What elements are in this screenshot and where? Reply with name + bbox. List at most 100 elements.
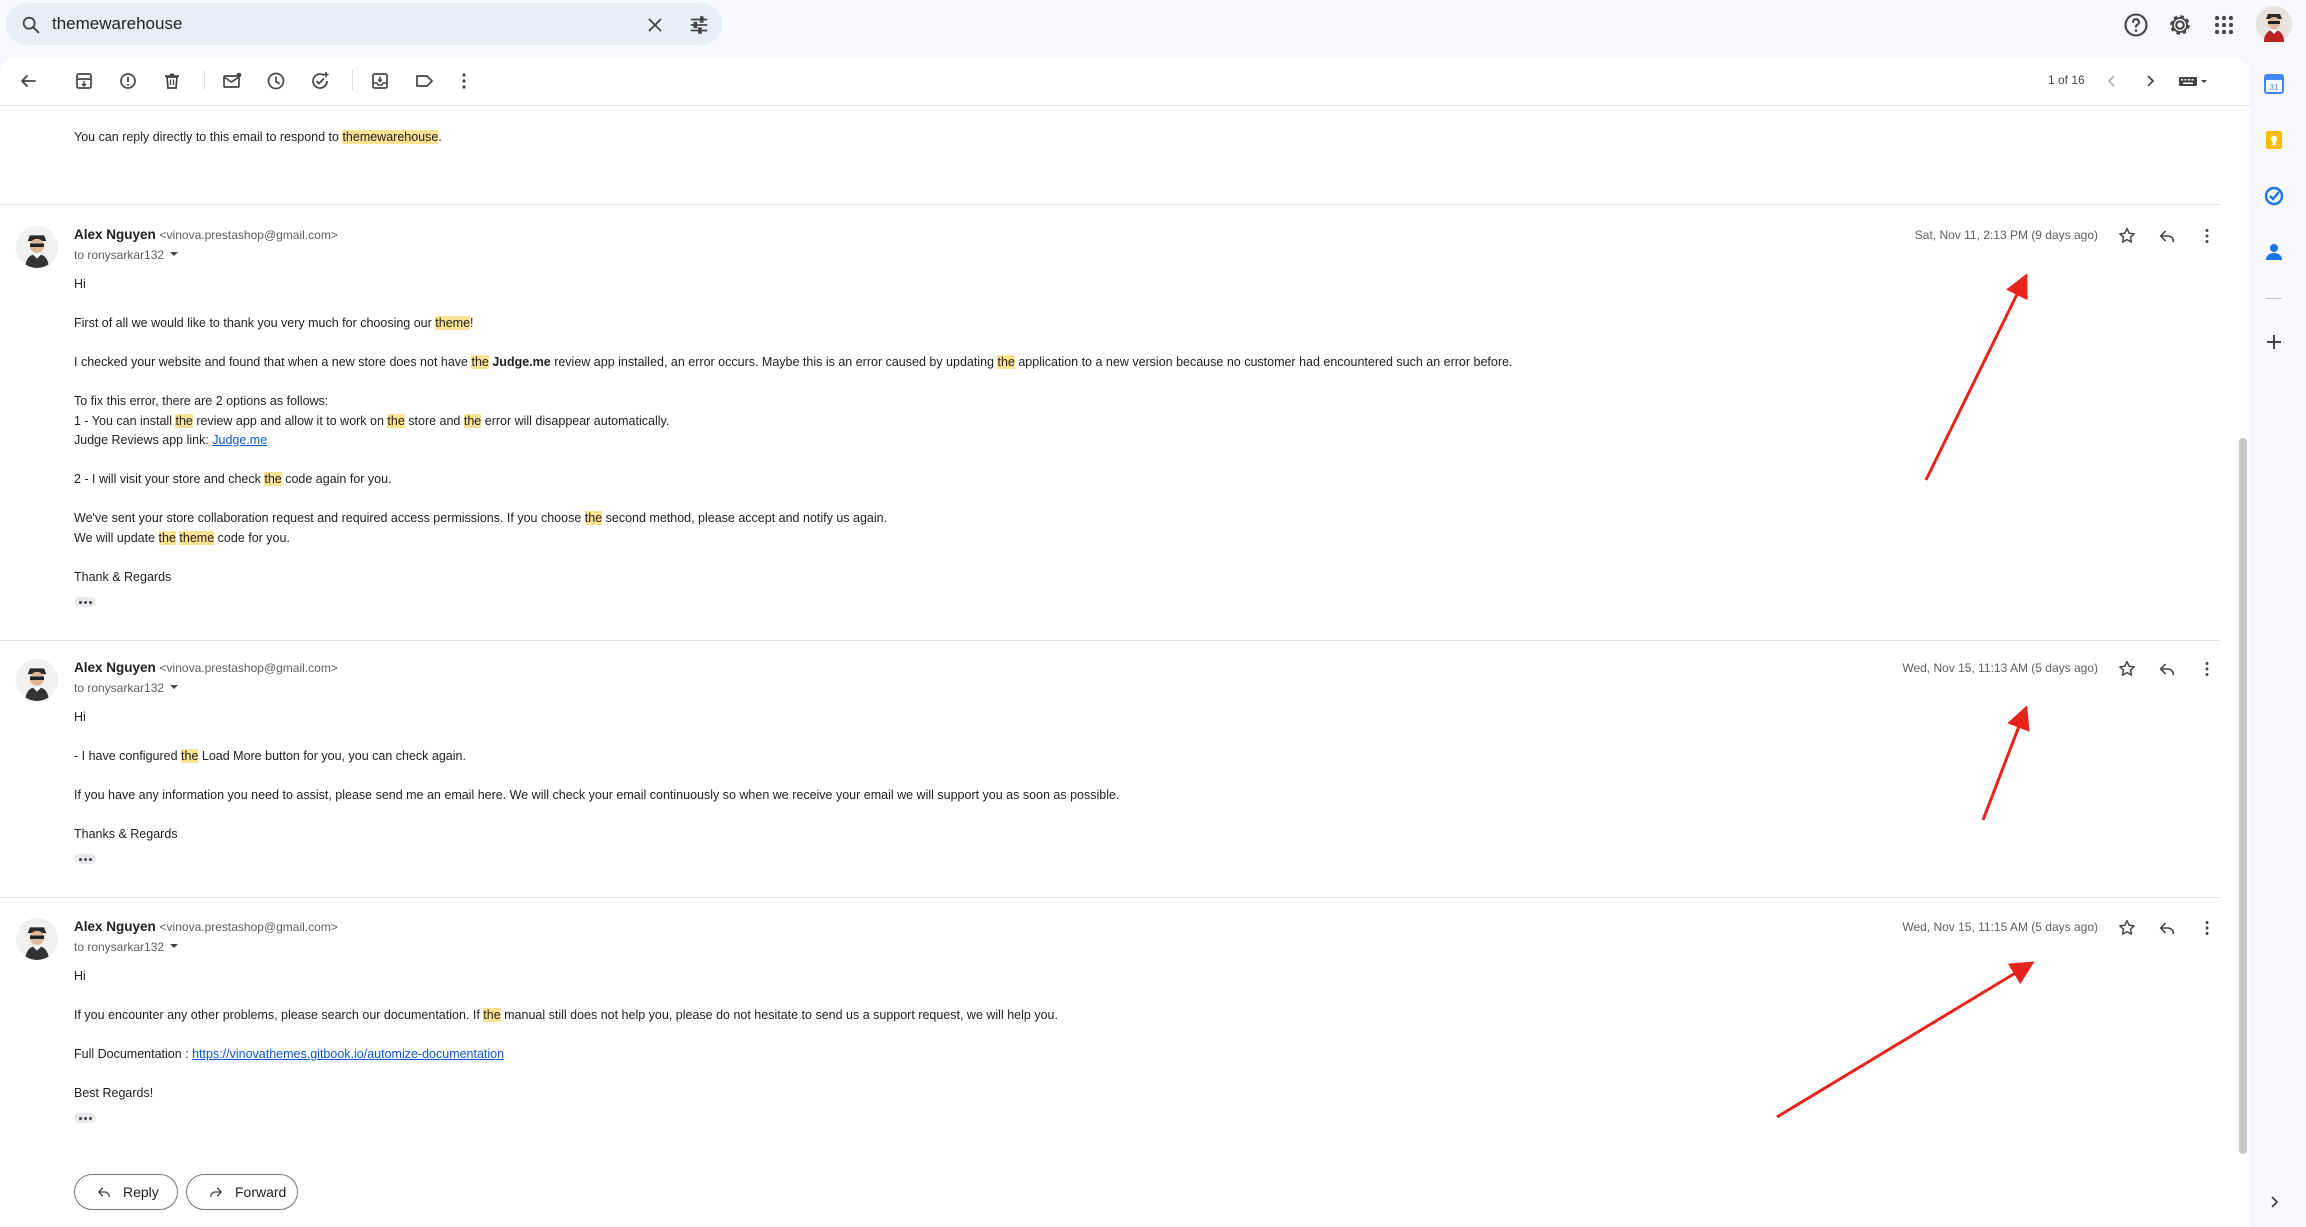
body-line: If you have any information you need to … <box>74 788 1120 802</box>
message-divider <box>0 204 2220 205</box>
reply-button[interactable]: Reply <box>74 1174 178 1210</box>
show-trimmed-content-button[interactable] <box>74 1113 96 1123</box>
rail-divider <box>2266 298 2282 299</box>
sender-line: Alex Nguyen <vinova.prestashop@gmail.com… <box>74 227 338 242</box>
pagination-count: 1 of 16 <box>2048 73 2085 87</box>
star-icon[interactable] <box>2116 917 2138 939</box>
apps-grid-icon[interactable] <box>2210 11 2238 39</box>
sender-email: <vinova.prestashop@gmail.com> <box>159 228 338 242</box>
contacts-icon[interactable] <box>2262 240 2286 264</box>
sender-email: <vinova.prestashop@gmail.com> <box>159 920 338 934</box>
input-tools-keyboard-icon[interactable] <box>2176 69 2212 93</box>
search-bar[interactable]: themewarehouse <box>6 3 722 45</box>
reply-icon[interactable] <box>2156 225 2178 247</box>
body-line: To fix this error, there are 2 options a… <box>74 394 329 408</box>
reply-icon[interactable] <box>2156 917 2178 939</box>
more-vert-icon[interactable] <box>2196 658 2218 680</box>
account-avatar[interactable] <box>2256 6 2292 42</box>
message-date: Wed, Nov 15, 11:15 AM (5 days ago) <box>1902 920 2098 934</box>
star-icon[interactable] <box>2116 658 2138 680</box>
message-divider <box>0 897 2220 898</box>
body-line: We've sent your store collaboration requ… <box>74 511 888 525</box>
keep-notes-icon[interactable] <box>2262 128 2286 152</box>
mail-panel: 1 of 16 You can reply directly to this e… <box>0 58 2250 1227</box>
sender-line: Alex Nguyen <vinova.prestashop@gmail.com… <box>74 660 338 675</box>
report-spam-icon[interactable] <box>116 69 140 93</box>
chevron-down-icon[interactable] <box>167 941 181 951</box>
signoff: Thanks & Regards <box>74 827 178 841</box>
tasks-icon[interactable] <box>2262 184 2286 208</box>
forward-icon <box>210 1187 222 1198</box>
sender-email: <vinova.prestashop@gmail.com> <box>159 661 338 675</box>
toolbar-divider <box>204 70 205 90</box>
documentation-link[interactable]: https://vinovathemes.gitbook.io/automize… <box>192 1047 504 1061</box>
sender-name[interactable]: Alex Nguyen <box>74 919 156 934</box>
chevron-down-icon[interactable] <box>167 682 181 692</box>
reply-icon <box>98 1187 110 1198</box>
search-options-icon[interactable] <box>688 14 710 36</box>
label-tag-icon[interactable] <box>412 69 436 93</box>
archive-icon[interactable] <box>72 69 96 93</box>
avatar <box>16 659 58 701</box>
scrollbar-thumb[interactable] <box>2239 438 2247 1154</box>
search-icon[interactable] <box>20 14 42 36</box>
avatar <box>16 918 58 960</box>
body-line: If you encounter any other problems, ple… <box>74 1008 1058 1022</box>
body-line: - I have configured the Load More button… <box>74 749 466 763</box>
back-arrow-icon[interactable] <box>16 69 40 93</box>
sender-line: Alex Nguyen <vinova.prestashop@gmail.com… <box>74 919 338 934</box>
body-line: 1 - You can install the review app and a… <box>74 414 670 428</box>
settings-gear-icon[interactable] <box>2166 11 2194 39</box>
clear-search-icon[interactable] <box>644 14 666 36</box>
greeting: Hi <box>74 969 86 983</box>
move-to-icon[interactable] <box>368 69 392 93</box>
more-options-icon[interactable] <box>452 69 476 93</box>
svg-text:31: 31 <box>2270 83 2279 92</box>
delete-trash-icon[interactable] <box>160 69 184 93</box>
forward-button[interactable]: Forward <box>186 1174 298 1210</box>
show-trimmed-content-button[interactable] <box>74 854 96 864</box>
snooze-clock-icon[interactable] <box>264 69 288 93</box>
show-trimmed-content-button[interactable] <box>74 597 96 607</box>
message-date: Sat, Nov 11, 2:13 PM (9 days ago) <box>1914 228 2098 242</box>
more-vert-icon[interactable] <box>2196 917 2218 939</box>
body-line: First of all we would like to thank you … <box>74 316 474 330</box>
recipient-details[interactable]: to ronysarkar132 <box>74 940 181 954</box>
judgeme-link[interactable]: Judge.me <box>212 433 267 447</box>
recipient-details[interactable]: to ronysarkar132 <box>74 681 181 695</box>
top-bar: themewarehouse <box>0 0 2306 50</box>
message-toolbar: 1 of 16 <box>0 58 2250 106</box>
star-icon[interactable] <box>2116 225 2138 247</box>
add-addon-plus-icon[interactable] <box>2262 330 2286 354</box>
more-vert-icon[interactable] <box>2196 225 2218 247</box>
forward-label: Forward <box>235 1184 287 1200</box>
body-line: Judge Reviews app link: Judge.me <box>74 433 268 447</box>
body-line: I checked your website and found that wh… <box>74 355 1513 369</box>
help-icon[interactable] <box>2122 11 2150 39</box>
body-line: Full Documentation : https://vinovatheme… <box>74 1047 505 1061</box>
reply-icon[interactable] <box>2156 658 2178 680</box>
body-line: 2 - I will visit your store and check th… <box>74 472 392 486</box>
message-date: Wed, Nov 15, 11:13 AM (5 days ago) <box>1902 661 2098 675</box>
conversation-view: You can reply directly to this email to … <box>0 106 2250 1227</box>
intro-text: You can reply directly to this email to … <box>74 130 442 144</box>
recipient-details[interactable]: to ronysarkar132 <box>74 248 181 262</box>
signoff: Thank & Regards <box>74 570 172 584</box>
message-divider <box>0 640 2220 641</box>
greeting: Hi <box>74 710 86 724</box>
greeting: Hi <box>74 277 86 291</box>
reply-label: Reply <box>123 1184 159 1200</box>
expand-panel-chevron-icon[interactable] <box>2262 1190 2286 1214</box>
older-chevron-right-icon[interactable] <box>2138 69 2162 93</box>
add-to-tasks-icon[interactable] <box>308 69 332 93</box>
newer-chevron-left-icon[interactable] <box>2100 69 2124 93</box>
sender-name[interactable]: Alex Nguyen <box>74 660 156 675</box>
calendar-icon[interactable]: 31 <box>2262 72 2286 96</box>
mark-unread-icon[interactable] <box>220 69 244 93</box>
chevron-down-icon[interactable] <box>167 249 181 259</box>
toolbar-divider <box>352 70 353 90</box>
sender-name[interactable]: Alex Nguyen <box>74 227 156 242</box>
body-line: We will update the theme code for you. <box>74 531 290 545</box>
search-input[interactable]: themewarehouse <box>52 14 182 34</box>
signoff: Best Regards! <box>74 1086 154 1100</box>
